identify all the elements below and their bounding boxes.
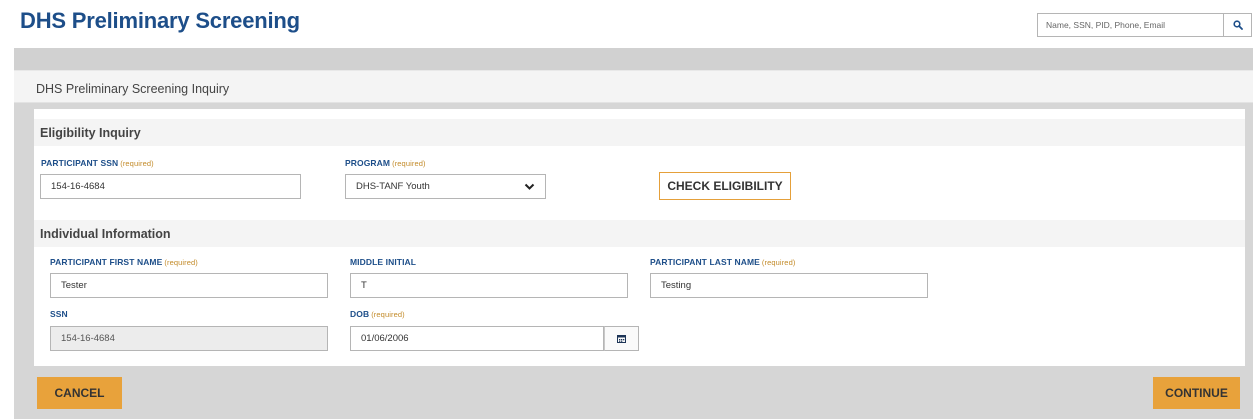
- dob-calendar-button[interactable]: [604, 326, 639, 351]
- container-top-band: [14, 48, 1253, 70]
- continue-button[interactable]: CONTINUE: [1153, 377, 1240, 409]
- eligibility-section-title: Eligibility Inquiry: [40, 126, 141, 140]
- middle-initial-input[interactable]: [350, 273, 628, 298]
- dob-input[interactable]: [350, 326, 604, 351]
- search-icon: [1232, 20, 1243, 30]
- panel-body: Eligibility Inquiry PARTICIPANT SSN (requ…: [34, 109, 1245, 366]
- program-selected-value: DHS-TANF Youth: [356, 181, 430, 192]
- last-name-label: PARTICIPANT LAST NAME (required): [650, 257, 796, 267]
- panel-title: DHS Preliminary Screening Inquiry: [36, 82, 230, 96]
- first-name-input[interactable]: [50, 273, 328, 298]
- last-name-input[interactable]: [650, 273, 928, 298]
- participant-ssn-input[interactable]: [40, 174, 301, 199]
- dob-label: DOB (required): [350, 309, 405, 319]
- eligibility-section-header: Eligibility Inquiry: [34, 119, 1245, 146]
- chevron-down-icon: [524, 183, 535, 190]
- global-search: [1037, 13, 1252, 37]
- search-button[interactable]: [1223, 13, 1252, 37]
- participant-ssn-label: PARTICIPANT SSN (required): [41, 158, 154, 168]
- cancel-button[interactable]: CANCEL: [37, 377, 122, 409]
- individual-section-title: Individual Information: [40, 227, 171, 241]
- middle-initial-label: MIDDLE INITIAL: [350, 257, 417, 267]
- search-input[interactable]: [1037, 13, 1223, 37]
- calendar-icon: [617, 335, 626, 343]
- first-name-label: PARTICIPANT FIRST NAME (required): [50, 257, 198, 267]
- page-title: DHS Preliminary Screening: [20, 8, 300, 33]
- screening-container: DHS Preliminary Screening Inquiry Eligib…: [14, 48, 1253, 419]
- program-select[interactable]: DHS-TANF Youth: [345, 174, 546, 199]
- panel-header: DHS Preliminary Screening Inquiry: [14, 70, 1253, 103]
- ssn-readonly-field: [50, 326, 328, 351]
- individual-section-header: Individual Information: [34, 220, 1245, 247]
- ssn-label: SSN: [50, 309, 68, 319]
- program-label: PROGRAM (required): [345, 158, 426, 168]
- check-eligibility-button[interactable]: CHECK ELIGIBILITY: [659, 172, 791, 200]
